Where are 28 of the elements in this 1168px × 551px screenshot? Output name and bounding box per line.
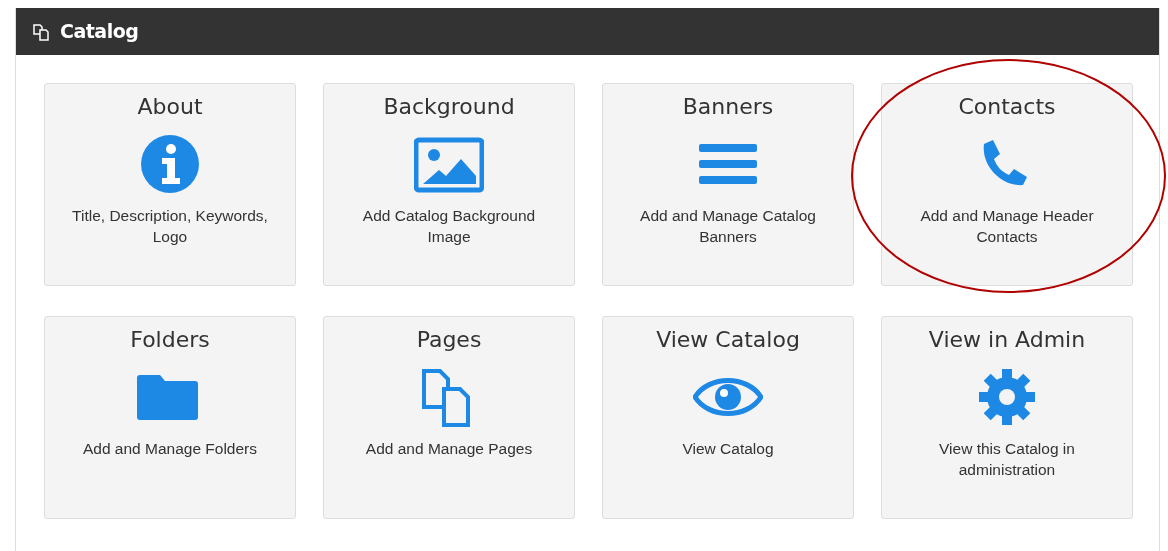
tile-title: Banners (681, 94, 775, 121)
catalog-tile[interactable]: View in Admin View this Catalog in administration (881, 316, 1133, 519)
tile-description: View Catalog (681, 439, 775, 460)
tile-description: Add and Manage Pages (364, 439, 534, 460)
gear-icon (977, 367, 1037, 428)
tile-description: View this Catalog in administration (938, 439, 1076, 480)
catalog-tile[interactable]: Folders Add and Manage Folders (44, 316, 296, 519)
tile-title: About (136, 94, 204, 121)
tile-title: Folders (129, 327, 211, 354)
tile-description: Add and Manage Catalog Banners (639, 206, 817, 247)
catalog-tile[interactable]: About Title, Description, Keywords, Logo (44, 83, 296, 286)
tile-title: View in Admin (927, 327, 1087, 354)
tile-title: Background (382, 94, 516, 121)
panel-title: Catalog (60, 19, 139, 45)
catalog-tile[interactable]: Banners Add and Manage Catalog Banners (602, 83, 854, 286)
catalog-tile[interactable]: Contacts Add and Manage Header Contacts (881, 83, 1133, 286)
info-icon (140, 134, 200, 195)
catalog-tile[interactable]: View Catalog View Catalog (602, 316, 854, 519)
catalog-tile[interactable]: Pages Add and Manage Pages (323, 316, 575, 519)
tile-title: View Catalog (655, 327, 801, 354)
tile-description: Title, Description, Keywords, Logo (71, 206, 269, 247)
tile-title: Contacts (957, 94, 1057, 121)
tile-description: Add and Manage Folders (81, 439, 259, 460)
tile-title: Pages (415, 327, 483, 354)
tile-description: Add Catalog Background Image (361, 206, 537, 247)
pages-icon (32, 21, 52, 42)
catalog-tile[interactable]: Background Add Catalog Background Image (323, 83, 575, 286)
tile-description: Add and Manage Header Contacts (919, 206, 1095, 247)
